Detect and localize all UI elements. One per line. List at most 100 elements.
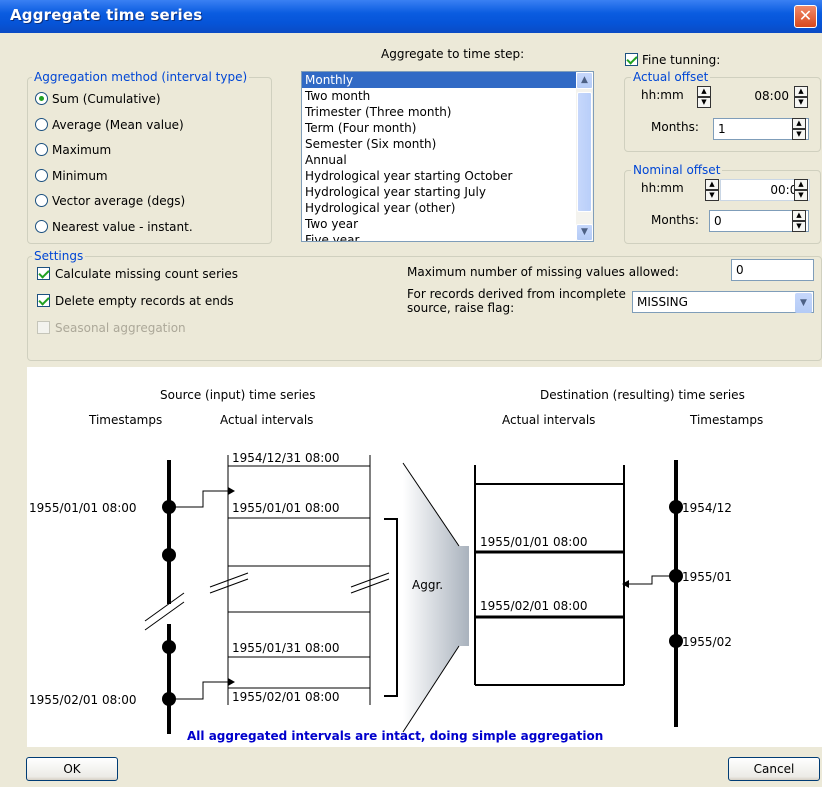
arrow-head-icon [228,678,235,686]
method-option-label: Minimum [52,168,108,183]
status-message: All aggregated intervals are intact, doi… [187,729,603,743]
time-step-option[interactable]: Hydrological year starting October [302,168,593,184]
cancel-button[interactable]: Cancel [728,757,820,781]
src-timestamp-label: 1955/02/01 08:00 [29,693,137,707]
spin-up-icon[interactable]: ▲ [794,86,808,97]
src-break-1 [144,592,185,622]
title-bar: Aggregate time series ✕ [0,0,822,33]
missing-count-checkbox[interactable] [37,267,50,280]
method-option-label: Sum (Cumulative) [52,92,161,106]
dest-point [669,500,683,514]
scroll-thumb[interactable] [577,92,592,212]
spin-down-icon[interactable]: ▼ [792,129,806,140]
dest-interval-label: 1955/01/01 08:00 [480,535,588,549]
time-step-option[interactable]: Two year [302,216,593,232]
spin-up-icon[interactable]: ▲ [705,179,719,190]
method-radio[interactable] [35,219,48,233]
src-interval-label: 1955/02/01 08:00 [232,690,340,704]
actual-hhmm-right-spinner[interactable]: ▲ ▼ [794,86,808,108]
spin-up-icon[interactable]: ▲ [794,179,808,190]
time-step-option[interactable]: Monthly [302,72,593,88]
spin-down-icon[interactable]: ▼ [794,190,808,201]
arrow-head-icon [228,487,235,495]
dest-timestamp-label: 1954/12 [682,501,732,515]
spin-down-icon[interactable]: ▼ [705,190,719,201]
max-missing-field[interactable]: 0 [731,259,814,281]
window-title: Aggregate time series [10,6,203,24]
flag-select[interactable]: MISSING ▼ [632,291,814,313]
fine-tuning-label: Fine tunning: [642,53,721,67]
aggregate-to-label: Aggregate to time step: [381,47,525,61]
aggregation-method-legend: Aggregation method (interval type) [32,70,250,84]
nominal-hhmm-label: hh:mm [641,181,684,195]
method-radio[interactable] [35,117,48,131]
spin-up-icon[interactable]: ▲ [792,210,806,221]
src-interval-label: 1955/01/31 08:00 [232,641,340,655]
aggr-label: Aggr. [412,578,443,592]
src-break-2 [144,601,185,631]
method-radio[interactable] [35,168,48,182]
src-point [162,640,176,654]
funnel-shape [403,463,469,732]
seasonal-checkbox[interactable] [37,321,50,334]
close-button[interactable]: ✕ [794,5,817,28]
aggregation-diagram: Source (input) time series Timestamps Ac… [27,367,822,747]
flag-label-line1: For records derived from incomplete [407,287,626,301]
method-radio[interactable] [35,92,48,105]
flag-label-line2: source, raise flag: [407,301,515,315]
flag-select-value: MISSING [637,295,688,309]
time-step-option[interactable]: Hydrological year (other) [302,200,593,216]
time-step-option[interactable]: Two month [302,88,593,104]
spin-down-icon[interactable]: ▼ [697,97,711,108]
dest-interval-label: 1955/02/01 08:00 [480,599,588,613]
spin-down-icon[interactable]: ▼ [792,221,806,232]
settings-legend: Settings [32,249,86,263]
actual-months-spinner[interactable]: ▲ ▼ [792,118,806,140]
dest-arrow [629,575,676,585]
method-radio[interactable] [35,143,48,156]
time-step-list[interactable]: Monthly Two month Trimester (Three month) T… [301,71,594,242]
time-step-option[interactable]: Semester (Six month) [302,136,593,152]
actual-offset-legend: Actual offset [631,70,711,84]
nominal-months-spinner[interactable]: ▲ ▼ [792,210,806,232]
delete-empty-checkbox[interactable] [37,294,50,307]
spin-down-icon[interactable]: ▼ [794,97,808,108]
spin-up-icon[interactable]: ▲ [697,86,711,97]
actual-hhmm-left-spinner[interactable]: ▲ ▼ [697,86,711,108]
nominal-offset-legend: Nominal offset [631,163,723,177]
time-step-option[interactable]: Hydrological year starting July [302,184,593,200]
method-option-label: Nearest value - instant. [52,219,193,234]
nominal-hhmm-right-spinner[interactable]: ▲ ▼ [794,179,808,201]
chevron-down-icon[interactable]: ▼ [795,293,812,313]
method-option-label: Vector average (degs) [52,194,186,208]
seasonal-label: Seasonal aggregation [55,321,186,335]
time-step-option[interactable]: Trimester (Three month) [302,104,593,120]
missing-count-label: Calculate missing count series [55,267,238,281]
method-option-label: Maximum [52,143,112,157]
time-step-option[interactable]: Five year [302,232,593,241]
spin-up-icon[interactable]: ▲ [792,118,806,129]
time-step-option[interactable]: Term (Four month) [302,120,593,136]
scroll-down-icon[interactable]: ▼ [576,224,593,241]
actual-months-label: Months: [651,120,699,134]
dest-timestamp-label: 1955/01 [682,570,732,584]
method-radio[interactable] [35,194,48,207]
dest-point [669,634,683,648]
ok-button[interactable]: OK [26,757,118,781]
aggregation-bracket [384,518,398,697]
scroll-up-icon[interactable]: ▲ [576,72,593,89]
method-option-label: Average (Mean value) [52,117,184,132]
dest-intervals-header: Actual intervals [502,413,595,427]
int-break [209,578,249,594]
dest-timestamps-header: Timestamps [689,413,763,427]
fine-tuning-checkbox[interactable] [625,53,638,66]
nominal-hhmm-left-spinner[interactable]: ▲ ▼ [705,179,719,201]
int-break [209,572,249,588]
delete-empty-label: Delete empty records at ends [55,294,234,308]
src-arrow-1 [169,490,228,508]
actual-hhmm-field[interactable]: 08:00 [712,86,793,108]
src-timestamps-header: Timestamps [88,413,162,427]
time-step-option[interactable]: Annual [302,152,593,168]
time-step-scrollbar[interactable]: ▲ ▼ [576,72,593,241]
nominal-months-label: Months: [651,213,699,227]
